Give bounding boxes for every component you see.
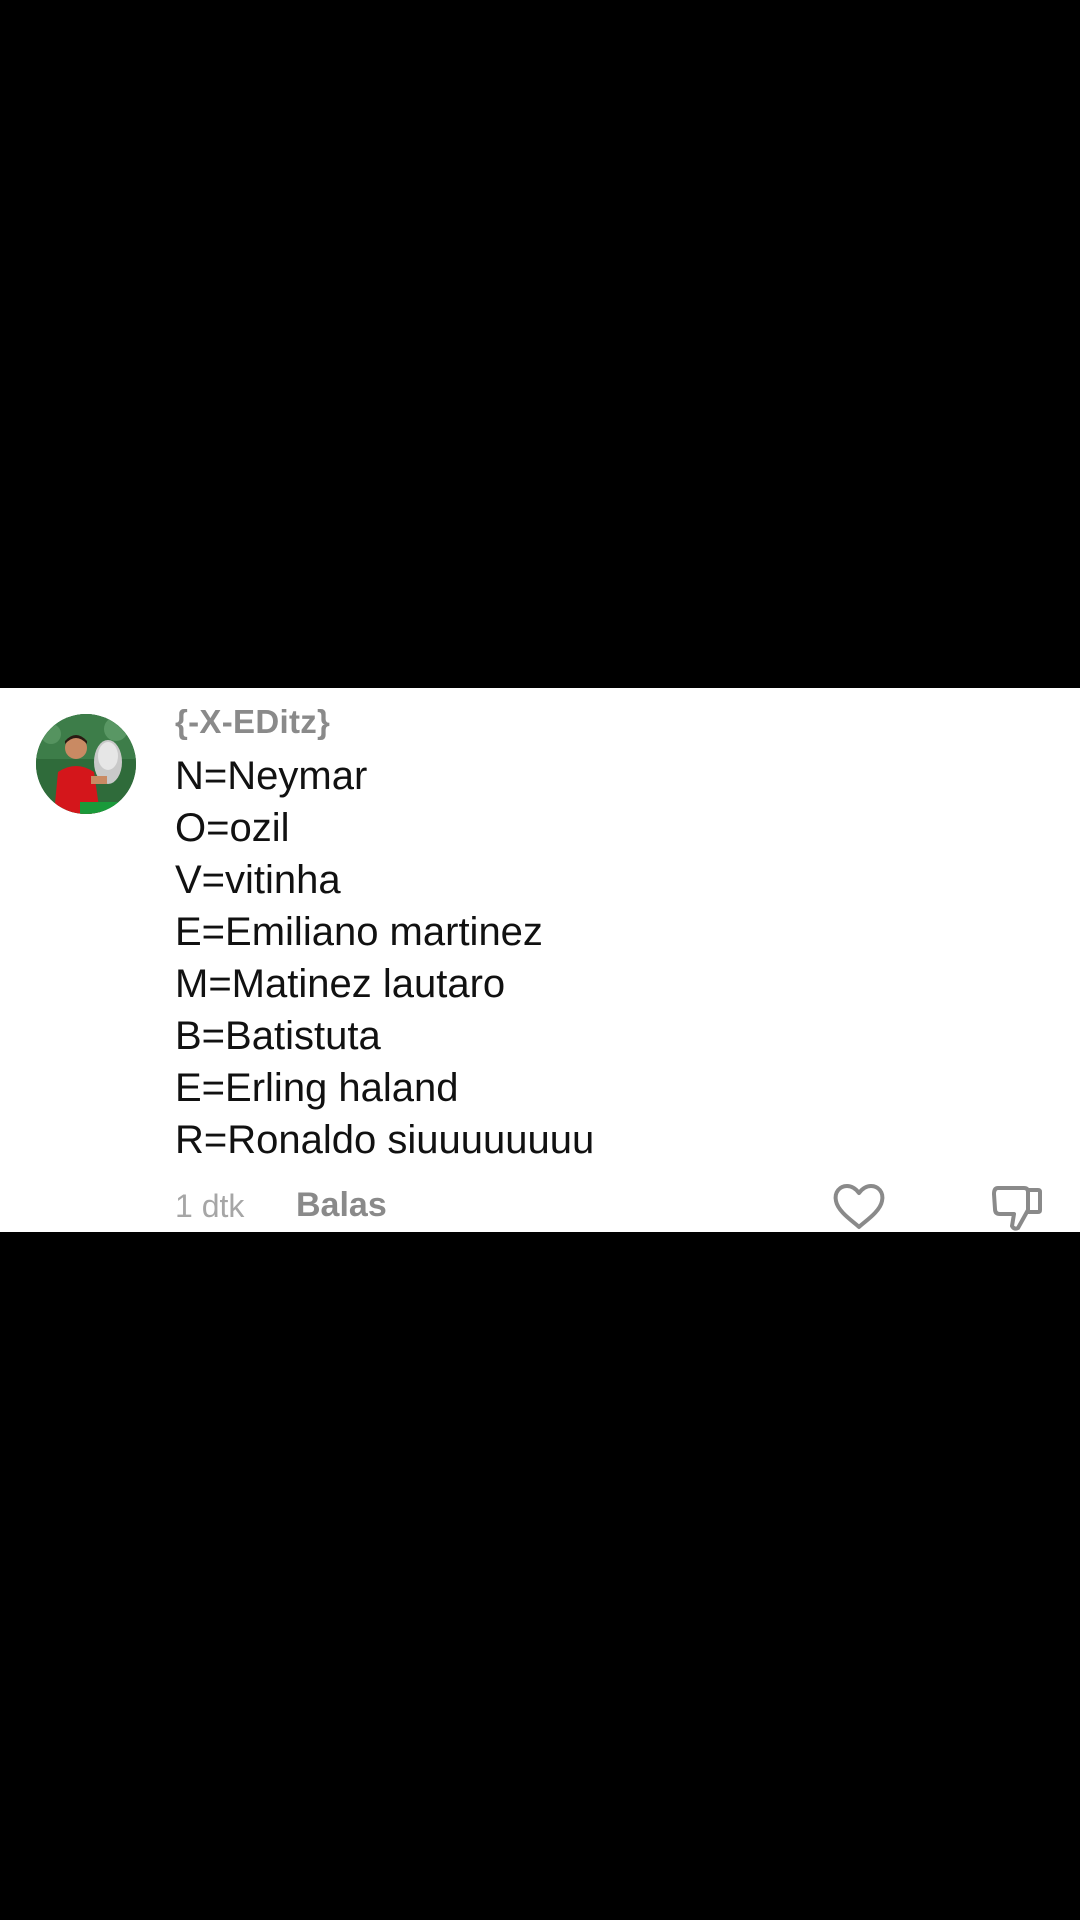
comment-line: B=Batistuta [175,1014,381,1058]
comment-line: V=vitinha [175,858,341,902]
reply-button[interactable]: Balas [296,1184,387,1226]
heart-icon [833,1184,885,1229]
comment-line: O=ozil [175,806,290,850]
comment-line: E=Erling haland [175,1066,459,1110]
comment-line: E=Emiliano martinez [175,910,543,954]
avatar-image [36,714,136,814]
like-button[interactable] [832,1182,886,1232]
screen: {-X-EDitz} N=Neymar O=ozil V=vitinha E=E… [0,0,1080,1920]
comment-line: M=Matinez lautaro [175,962,506,1006]
comment-text: N=Neymar O=ozil V=vitinha E=Emiliano mar… [175,750,594,1166]
comment-line: R=Ronaldo siuuuuuuuu [175,1118,595,1162]
dislike-button[interactable] [990,1182,1044,1232]
username[interactable]: {-X-EDitz} [175,700,330,744]
comment-card: {-X-EDitz} N=Neymar O=ozil V=vitinha E=E… [0,688,1080,1232]
thumbs-down-icon [992,1186,1042,1231]
comment-timestamp: 1 dtk [175,1188,245,1224]
comment-line: N=Neymar [175,754,368,798]
avatar[interactable] [36,714,136,814]
